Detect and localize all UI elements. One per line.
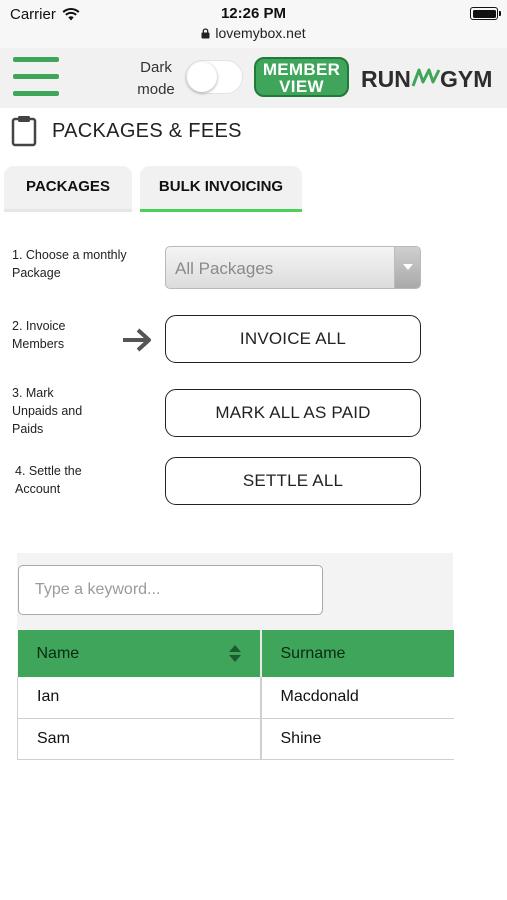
- invoice-all-button[interactable]: INVOICE ALL: [165, 315, 421, 363]
- column-header-name[interactable]: Name: [17, 630, 262, 677]
- address-bar[interactable]: lovemybox.net: [0, 25, 507, 41]
- cell-name: Ian: [17, 677, 262, 719]
- package-select-value: All Packages: [175, 259, 274, 278]
- cell-name: Sam: [17, 718, 262, 760]
- step-3-label: 3. Mark Unpaids and Paids: [12, 386, 83, 436]
- toggle-knob: [187, 62, 217, 92]
- clock: 12:26 PM: [220, 5, 287, 22]
- column-header-label: Name: [36, 644, 80, 662]
- app-header: Dark mode MEMBER VIEW RUN GYM: [0, 48, 507, 108]
- column-header-surname[interactable]: Surname: [260, 630, 454, 677]
- step-2-label: 2. Invoice Members: [12, 319, 66, 351]
- package-select[interactable]: All Packages: [165, 246, 421, 289]
- dark-mode-label: Dark mode: [137, 59, 175, 98]
- clipboard-icon: [11, 116, 37, 147]
- runmygym-logo: RUN GYM: [361, 66, 492, 92]
- lock-icon: [201, 28, 210, 39]
- cell-surname: Shine: [260, 718, 454, 760]
- table-row[interactable]: Sam Shine: [17, 718, 454, 760]
- step-4-label: 4. Settle the Account: [15, 464, 82, 496]
- hamburger-menu-icon[interactable]: [13, 57, 59, 97]
- dark-mode-toggle[interactable]: [185, 60, 243, 94]
- table-row[interactable]: Ian Macdonald: [17, 677, 454, 719]
- tab-bulk-invoicing[interactable]: BULK INVOICING: [140, 166, 302, 212]
- url-text: lovemybox.net: [215, 25, 306, 41]
- step-1-label: 1. Choose a monthly Package: [12, 248, 127, 280]
- table-header-row: Name Surname: [17, 630, 454, 677]
- svg-text:RUN: RUN: [361, 66, 411, 92]
- battery-icon: [470, 7, 501, 20]
- mark-all-paid-button[interactable]: MARK ALL AS PAID: [165, 389, 421, 437]
- search-input[interactable]: [18, 565, 323, 615]
- tab-packages[interactable]: PACKAGES: [4, 166, 132, 212]
- settle-all-button[interactable]: SETTLE ALL: [165, 457, 421, 505]
- member-view-button[interactable]: MEMBER VIEW: [254, 57, 349, 97]
- page-title: PACKAGES & FEES: [52, 120, 242, 142]
- status-bar: Carrier 12:26 PM lovemybox.net: [0, 0, 507, 48]
- members-table: Name Surname Ian Macdonald Sam Shine: [17, 630, 454, 760]
- cell-surname: Macdonald: [260, 677, 454, 719]
- page-title-row: PACKAGES & FEES: [0, 108, 507, 154]
- arrow-right-icon: [123, 328, 151, 352]
- sort-icon[interactable]: [228, 645, 241, 662]
- chevron-down-icon: [394, 247, 420, 288]
- svg-text:GYM: GYM: [440, 66, 492, 92]
